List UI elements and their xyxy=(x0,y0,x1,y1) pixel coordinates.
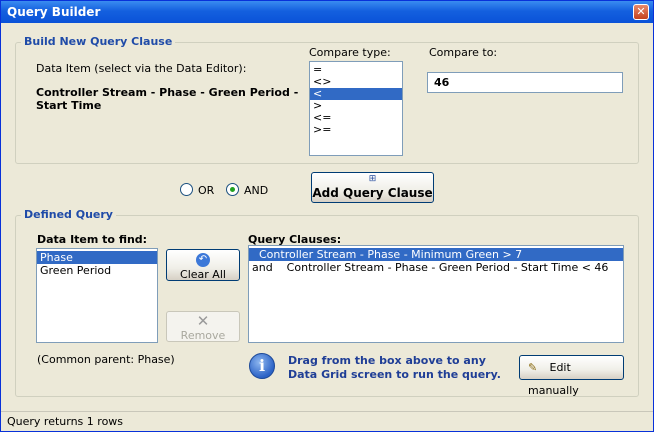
close-button[interactable]: ✕ xyxy=(633,4,649,20)
query-clauses-listbox[interactable]: Controller Stream - Phase - Minimum Gree… xyxy=(248,245,624,343)
status-text: Query returns 1 rows xyxy=(7,415,124,428)
and-radio[interactable] xyxy=(226,183,239,196)
status-bar: Query returns 1 rows xyxy=(1,411,653,431)
common-parent-text: (Common parent: Phase) xyxy=(37,353,175,366)
compare-type-option[interactable]: <> xyxy=(310,76,402,88)
data-item-list-item[interactable]: Phase xyxy=(37,251,157,264)
hint-text-line1: Drag from the box above to any xyxy=(288,354,486,367)
title-bar: Query Builder xyxy=(1,1,653,23)
build-clause-group-title: Build New Query Clause xyxy=(21,35,176,48)
compare-type-option[interactable]: < xyxy=(310,88,402,100)
clear-all-label: Clear All xyxy=(180,268,226,281)
query-clause-item[interactable]: Controller Stream - Phase - Minimum Gree… xyxy=(249,248,623,261)
query-clause-item[interactable]: and Controller Stream - Phase - Green Pe… xyxy=(249,261,623,274)
data-item-value-line2: Start Time xyxy=(36,99,102,112)
compare-type-label: Compare type: xyxy=(309,46,391,59)
pencil-icon: ✎ xyxy=(528,361,538,374)
hint-text-line2: Data Grid screen to run the query. xyxy=(288,368,501,381)
or-label: OR xyxy=(198,184,215,197)
add-query-clause-button[interactable]: ⊞ Add Query Clause xyxy=(311,172,434,203)
remove-x-icon: ✕ xyxy=(196,312,210,330)
data-item-to-find-label: Data Item to find: xyxy=(37,233,148,246)
remove-button[interactable]: ✕ Remove xyxy=(166,311,240,342)
plus-icon: ⊞ xyxy=(368,174,377,184)
or-radio[interactable] xyxy=(180,183,193,196)
and-label: AND xyxy=(244,184,269,197)
data-item-value-line1: Controller Stream - Phase - Green Period… xyxy=(36,86,299,99)
compare-to-input[interactable]: 46 xyxy=(427,72,623,93)
compare-type-option[interactable]: >= xyxy=(310,124,402,136)
undo-icon: ↶ xyxy=(196,253,210,267)
window-title: Query Builder xyxy=(7,5,101,19)
add-query-clause-label: Add Query Clause xyxy=(312,186,433,200)
data-item-list-item[interactable]: Green Period xyxy=(37,264,157,277)
query-builder-window: Query Builder ✕ Build New Query Clause D… xyxy=(0,0,654,432)
compare-type-listbox[interactable]: = <> < > <= >= xyxy=(309,61,403,156)
info-icon: i xyxy=(249,353,275,379)
edit-manually-button[interactable]: ✎ Edit manually xyxy=(519,355,624,397)
clear-all-button[interactable]: ↶ Clear All xyxy=(166,249,240,281)
compare-to-label: Compare to: xyxy=(429,46,498,59)
defined-query-group-title: Defined Query xyxy=(21,208,116,221)
data-item-label: Data Item (select via the Data Editor): xyxy=(36,62,247,75)
remove-label: Remove xyxy=(180,329,226,342)
data-item-listbox[interactable]: Phase Green Period xyxy=(36,248,158,343)
